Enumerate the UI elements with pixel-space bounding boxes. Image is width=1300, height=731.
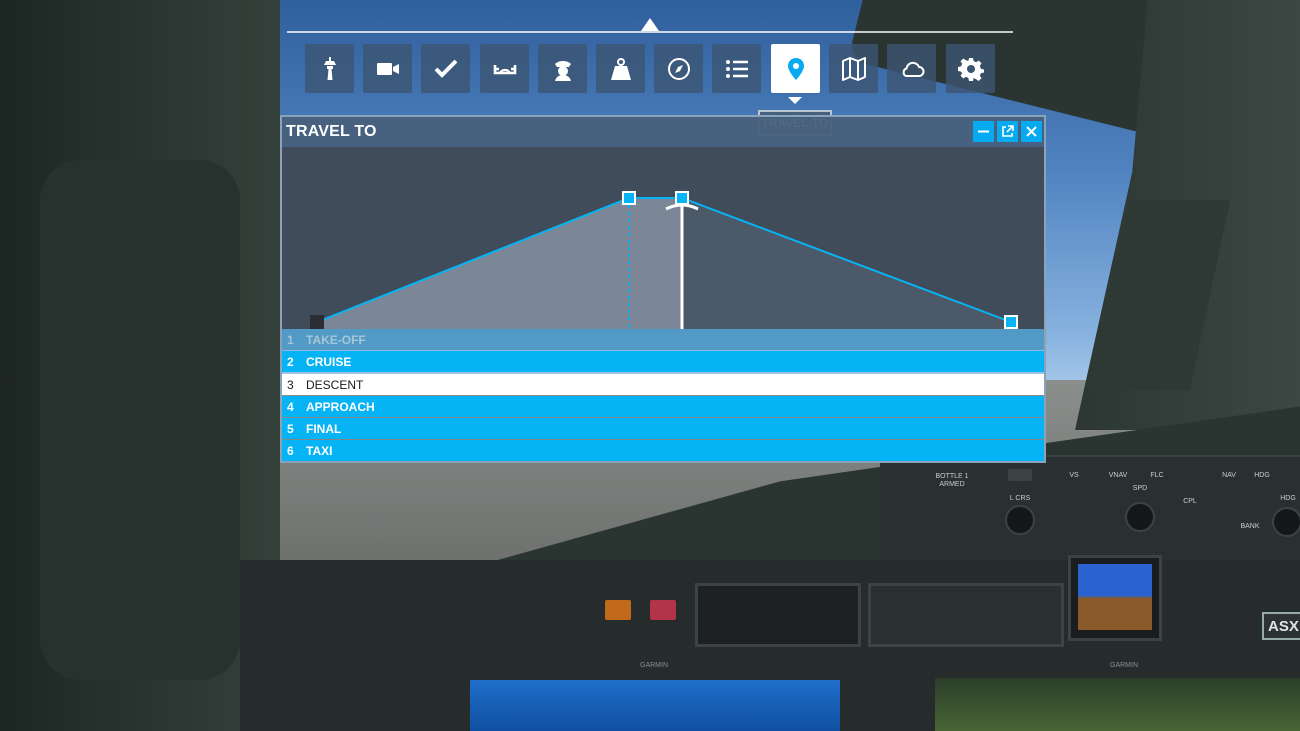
phase-number: 5 [287,422,294,437]
left-window-frame-inner [40,160,240,680]
ap-flc-label: FLC [1150,472,1164,479]
phase-takeoff[interactable]: 1 TAKE-OFF [282,329,1044,350]
spd-label: SPD [1132,485,1148,492]
phase-label: TAXI [306,444,333,459]
list-button[interactable] [712,44,761,93]
popout-icon [1002,125,1014,137]
pilot-icon [554,60,571,81]
phase-list: 1 TAKE-OFF 2 CRUISE 3 DESCENT 4 APPROACH… [282,329,1044,463]
checklist-icon [434,59,457,78]
bank-label: BANK [1240,523,1260,530]
flap-panel [868,583,1064,647]
ap-vnav-label: VNAV [1108,472,1128,479]
map-icon [841,56,866,81]
toolbar [305,44,995,93]
phase-cruise[interactable]: 2 CRUISE [282,351,1044,373]
tooltip-caret [788,97,802,104]
ap-hdg-label: HDG [1254,472,1270,479]
course-knob[interactable] [1005,505,1035,535]
warning-lamp-amber[interactable] [605,600,631,620]
phase-number: 2 [287,355,294,370]
gear-icon [957,57,984,81]
phase-final[interactable]: 5 FINAL [282,418,1044,440]
ap-vs-label: VS [1069,472,1079,479]
pfd-display [470,680,840,731]
window-title: TRAVEL TO [286,123,377,140]
ap-nav-label: NAV [1222,472,1236,479]
cpl-label: CPL [1183,498,1197,505]
profile-area [317,198,1011,329]
weight-icon [610,57,631,80]
phase-label: APPROACH [306,399,375,414]
minimize-icon [978,130,989,133]
travel-to-button[interactable] [771,44,820,93]
camera-button[interactable] [363,44,412,93]
popout-button[interactable] [997,121,1018,142]
phase-number: 4 [287,399,294,414]
controls-button[interactable] [480,44,529,93]
toolbar-collapse-caret[interactable] [641,18,659,31]
tower-button[interactable] [305,44,354,93]
settings-button[interactable] [946,44,995,93]
map-button[interactable] [829,44,878,93]
toolbar-divider [287,31,1013,33]
phase-approach[interactable]: 4 APPROACH [282,395,1044,417]
waypoint-current[interactable] [675,191,689,205]
speed-knob[interactable] [1125,502,1155,532]
phase-descent[interactable]: 3 DESCENT [282,373,1044,395]
close-button[interactable] [1021,121,1042,142]
phase-number: 1 [287,333,294,347]
list-icon [725,59,748,78]
l-crs-label: L CRS [1009,495,1031,502]
weather-button[interactable] [887,44,936,93]
flight-profile-graph [310,191,1018,329]
phase-label: FINAL [306,422,342,437]
phase-label: DESCENT [306,377,364,392]
close-icon [1026,126,1037,137]
phase-label: CRUISE [306,355,352,370]
flight-profile [282,147,1044,329]
mfd-display [935,678,1300,731]
asx-placard: ASX [1262,612,1300,640]
compass-icon [667,57,690,80]
garmin-label-left: GARMIN [640,662,668,669]
ap-button[interactable] [1008,469,1032,481]
cloud-icon [902,61,924,77]
navlog-button[interactable] [654,44,703,93]
phase-taxi[interactable]: 6 TAXI [282,440,1044,462]
tower-icon [323,56,336,80]
checklist-button[interactable] [421,44,470,93]
camera-icon [376,62,399,75]
bottle-label: BOTTLE 1 ARMED [935,473,969,488]
phase-label: TAKE-OFF [306,333,366,347]
pilot-button[interactable] [538,44,587,93]
warning-lamp-red[interactable] [650,600,676,620]
waypoint-departure[interactable] [310,315,324,329]
heading-knob[interactable] [1272,507,1300,537]
weight-button[interactable] [596,44,645,93]
hdg-label: HDG [1280,495,1296,502]
travel-to-window: TRAVEL TO 1 TAKE-OFF 2 CRUISE 3 DESCENT … [280,115,1046,463]
autopilot-panel: BOTTLE 1 ARMED L CRS SPD CPL BANK HDG VS… [880,455,1300,567]
minimize-button[interactable] [973,121,994,142]
phase-number: 3 [287,377,294,392]
audio-panel [695,583,861,647]
waypoint-arrival[interactable] [1004,315,1018,329]
standby-instrument [1068,555,1162,641]
garmin-label-right: GARMIN [1110,662,1138,669]
waypoint-top-of-climb[interactable] [622,191,636,205]
phase-number: 6 [287,444,294,459]
window-header[interactable]: TRAVEL TO [282,117,1044,147]
standby-attitude [1078,564,1152,630]
yoke-icon [493,64,516,74]
location-pin-icon [787,57,804,80]
